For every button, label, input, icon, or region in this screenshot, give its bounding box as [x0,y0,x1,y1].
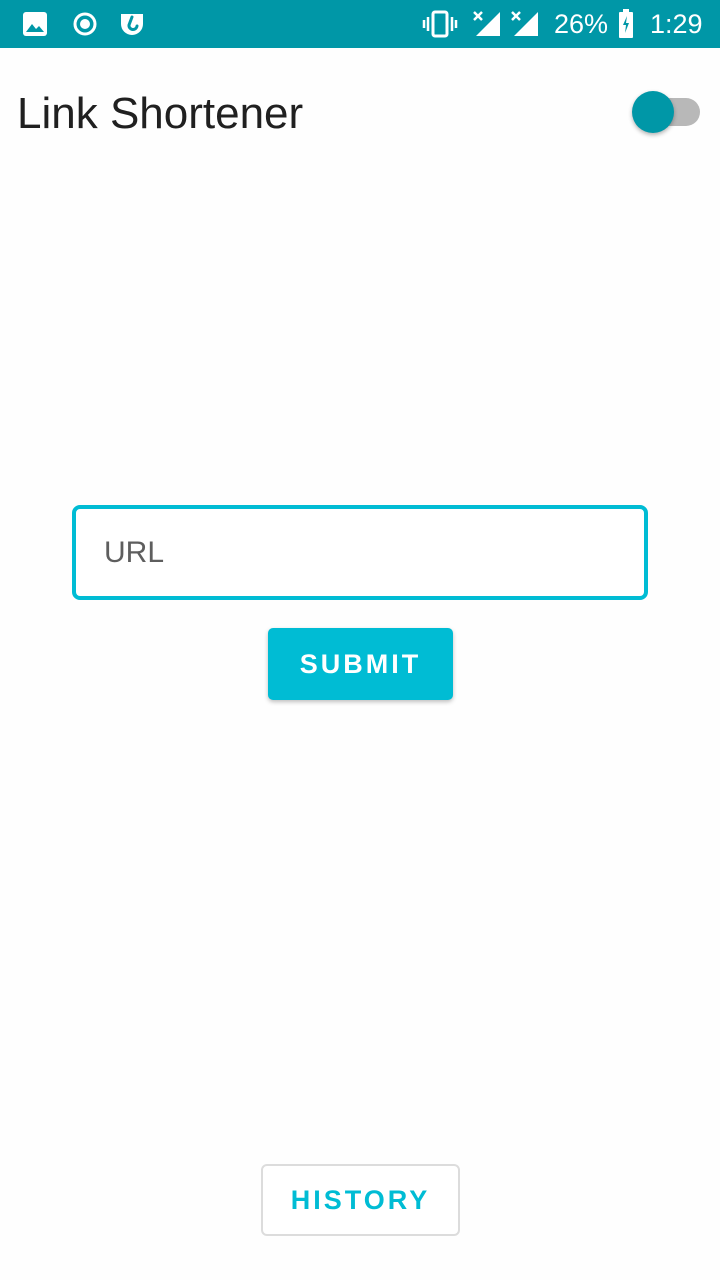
theme-toggle[interactable] [630,90,700,134]
toggle-thumb[interactable] [632,91,674,133]
signal-no-service-icon [510,10,540,38]
page-title: Link Shortener [17,89,304,138]
submit-button[interactable]: SUBMIT [268,628,453,700]
battery-charging-icon [617,9,635,38]
radio-record-icon [72,10,98,38]
clock: 1:29 [650,9,703,39]
vibrate-icon [422,10,458,38]
battery-percent: 26% [554,9,609,39]
status-bar: 26% 1:29 [0,0,720,48]
image-icon [22,10,48,38]
app-notification-icon [118,10,146,38]
history-button[interactable]: HISTORY [261,1164,460,1236]
signal-no-service-icon [472,10,502,38]
url-input[interactable] [72,505,648,600]
